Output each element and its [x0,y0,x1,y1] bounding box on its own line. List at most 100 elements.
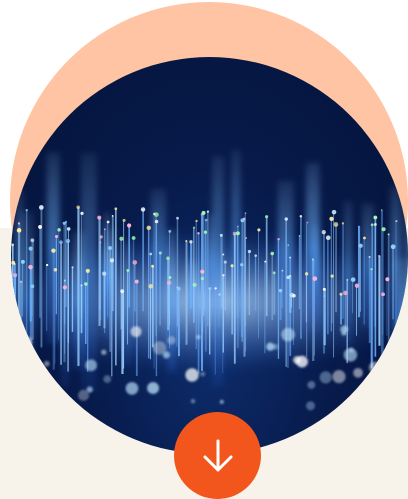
arrow-down-icon [203,439,232,471]
bar-tip-dot [284,217,288,221]
thin-bar [85,284,87,344]
bar-tip-dot [304,272,309,276]
thin-bar [333,212,335,358]
thin-bar [67,228,69,343]
thin-bar [374,224,376,327]
bar-tip-dot [323,295,326,298]
bar-tip-dot [85,268,90,273]
bar-tip-dot [38,225,42,229]
bar-tip-dot [168,276,172,279]
bar-tip-dot [312,276,318,281]
bar-tip-dot [254,254,257,257]
bar-tip-dot [206,210,210,213]
thin-bar [60,242,62,365]
thin-bar [363,238,365,325]
bar-tip-dot [45,263,49,267]
bar-tip-dot [321,230,326,235]
bar-tip-dot [140,207,146,212]
thin-bar [368,256,371,344]
bokeh-dot [341,331,346,336]
bar-tip-dot [154,212,159,217]
bar-tip-dot [339,292,343,296]
bar-tip-dot [357,225,360,228]
bar-tip-dot [30,284,35,289]
thin-bar [285,219,287,367]
bar-tip-dot [114,207,118,211]
thin-bar [312,259,315,361]
bar-tip-dot [311,258,315,261]
bar-tip-dot [329,216,334,221]
bar-tip-dot [122,218,126,222]
bar-tip-dot [107,245,113,251]
thin-bar [31,286,33,317]
bar-tip-dot [204,218,208,222]
thin-bar [11,244,14,329]
bokeh-dot [167,336,176,345]
bokeh-dot [319,371,332,384]
bokeh-dot [34,373,49,388]
bar-tip-dot [299,215,303,218]
bokeh-dot [272,343,279,350]
bar-tip-dot [278,288,283,293]
bar-tip-dot [66,227,71,231]
bar-tip-dot [222,273,225,277]
bar-tip-dot [378,254,381,258]
thin-bar [298,235,301,310]
bar-tip-dot [189,240,193,244]
bar-tip-dot [111,215,114,217]
thin-bar [46,265,48,331]
bar-tip-dot [237,225,239,228]
bar-tip-dot [12,293,15,297]
thin-bar [207,211,209,327]
thin-bar [258,229,259,339]
bar-tip-dot [195,219,198,223]
bar-tip-dot [192,226,196,229]
bar-tip-dot [380,209,383,211]
bar-tip-dot [370,268,373,271]
bar-tip-dot [109,258,115,263]
bar-tip-dot [76,205,80,209]
bokeh-dot [147,382,160,395]
thin-bar [147,227,150,359]
bar-tip-dot [62,221,66,225]
bar-tip-dot [192,282,197,287]
thin-bar [335,224,337,313]
bar-tip-dot [343,290,348,296]
thin-bar [20,281,23,329]
thin-bar [13,263,16,324]
thin-bar [281,270,283,308]
thin-bar [306,222,308,358]
thin-bar [237,233,238,318]
thin-bar [197,233,200,374]
bar-tip-dot [51,248,56,253]
bar-tip-dot [230,264,234,268]
bar-tip-dot [197,232,200,235]
bar-tip-dot [132,260,138,265]
thin-bar [178,288,180,357]
thin-bar [167,258,170,331]
hero-image-circle [11,57,408,454]
bar-tip-dot [370,223,374,227]
download-button[interactable] [174,412,261,499]
thin-bar [80,285,83,334]
bar-tip-dot [272,271,276,275]
bokeh-dot [190,398,196,404]
thin-bar [220,235,223,309]
bar-tip-dot [286,275,291,280]
digital-wave-illustration [11,149,408,411]
bar-tip-dot [62,285,68,290]
bar-tip-dot [30,238,35,243]
thin-bar [359,245,361,312]
thin-bar [39,226,41,318]
bar-tip-dot [166,256,170,260]
thin-bar [111,215,114,312]
bar-tip-dot [84,282,88,286]
thin-bar [100,236,102,321]
thin-bar [380,210,384,366]
bar-tip-dot [200,276,204,281]
bar-tip-dot [395,220,398,223]
thin-bar [22,261,24,317]
thin-bar [265,216,268,317]
thin-bar [176,218,179,327]
thin-bar [133,262,136,312]
